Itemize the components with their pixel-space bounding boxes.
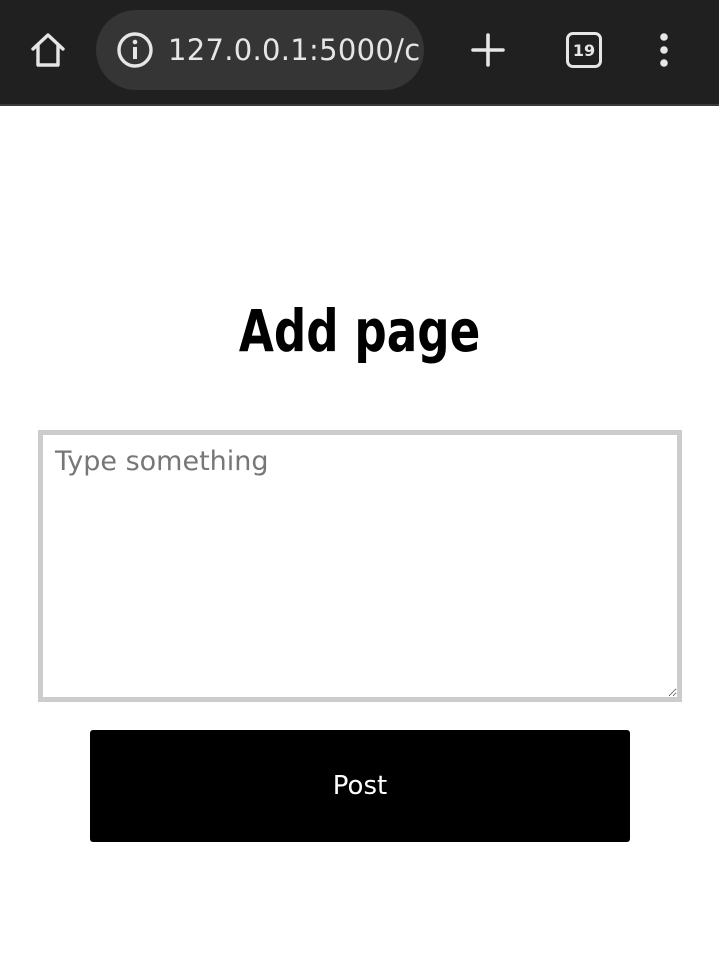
tab-count: 19 (572, 40, 596, 60)
browser-toolbar: 127.0.0.1:5000/c 19 (0, 0, 719, 106)
address-bar[interactable]: 127.0.0.1:5000/c (96, 10, 424, 90)
post-button[interactable]: Post (90, 730, 630, 842)
tab-switcher-button[interactable]: 19 (566, 32, 602, 68)
home-button[interactable] (26, 28, 70, 72)
browser-menu-button[interactable] (648, 28, 680, 72)
plus-icon (471, 33, 505, 67)
post-textarea[interactable] (38, 430, 682, 702)
more-vert-icon (660, 33, 668, 67)
page-title: Add page (238, 297, 481, 365)
home-icon (31, 33, 65, 67)
url-text: 127.0.0.1:5000/c (168, 33, 421, 67)
new-tab-button[interactable] (466, 28, 510, 72)
info-icon[interactable] (116, 31, 154, 69)
